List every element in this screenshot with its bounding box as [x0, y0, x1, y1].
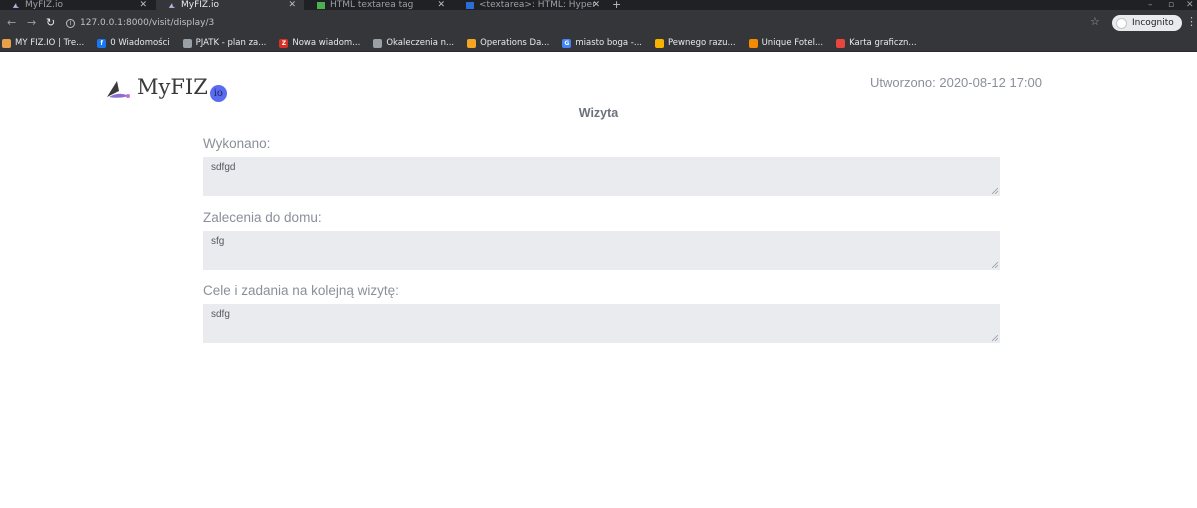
tab-title: MyFIZ.io	[25, 0, 63, 10]
tab-html-textarea[interactable]: HTML textarea tag ✕	[305, 0, 453, 10]
textarea-home-value: sfg	[211, 236, 225, 247]
bookmark-label: Operations Da...	[480, 38, 550, 48]
page-title: Wizyta	[578, 106, 619, 120]
info-icon[interactable]: i	[66, 18, 75, 28]
page-content: MyFIZ io Utworzono: 2020-08-12 17:00 Wiz…	[0, 52, 1197, 508]
bookmark-star-icon[interactable]: ☆	[1090, 16, 1100, 28]
bookmark-item[interactable]: Z Nowa wiadom...	[279, 38, 360, 48]
bookmark-label: 0 Wiadomości	[110, 38, 170, 48]
logo-text: MyFIZ	[137, 75, 208, 99]
address-bar[interactable]: i 127.0.0.1:8000/visit/display/3	[66, 15, 1106, 31]
bookmark-favicon-icon	[836, 38, 846, 48]
back-icon[interactable]: ←	[7, 16, 16, 30]
browser-toolbar: ← → ↻ i 127.0.0.1:8000/visit/display/3 ☆…	[0, 10, 1197, 35]
bookmark-item[interactable]: Okaleczenia n...	[373, 38, 454, 48]
bookmark-favicon-icon: f	[97, 38, 107, 48]
close-icon[interactable]: ✕	[139, 0, 147, 10]
tab-mdn-textarea[interactable]: <textarea>: HTML: Hyper ✕	[454, 0, 608, 10]
bookmark-favicon-icon: Z	[279, 38, 289, 48]
bookmark-item[interactable]: Unique Fotel...	[748, 38, 824, 48]
reload-icon[interactable]: ↻	[46, 16, 55, 30]
incognito-badge[interactable]: Incognito	[1112, 15, 1182, 31]
tab-title: MyFIZ.io	[181, 0, 219, 10]
forward-icon[interactable]: →	[27, 16, 36, 30]
bookmark-item[interactable]: Operations Da...	[467, 38, 549, 48]
textarea-home[interactable]: sfg	[203, 231, 1000, 270]
bookmark-item[interactable]: MY FIZ.IO | Tre...	[2, 38, 84, 48]
tab-title: HTML textarea tag	[330, 0, 414, 10]
close-icon[interactable]: ✕	[437, 0, 445, 10]
incognito-icon	[1116, 17, 1127, 29]
bookmarks-bar: MY FIZ.IO | Tre... f 0 Wiadomości PJATK - p…	[0, 35, 1197, 52]
field-label-goals: Cele i zadania na kolejną wizytę:	[203, 283, 399, 298]
resize-grip-icon[interactable]	[992, 188, 998, 194]
resize-grip-icon[interactable]	[992, 335, 998, 341]
bookmark-item[interactable]: f0 Wiadomości	[97, 38, 170, 48]
url-text: 127.0.0.1:8000/visit/display/3	[80, 18, 215, 28]
myfiz-logo-icon	[168, 2, 176, 8]
resize-grip-icon[interactable]	[992, 262, 998, 268]
bookmark-label: Pewnego razu...	[667, 38, 736, 48]
tab-title: <textarea>: HTML: Hyper	[479, 0, 596, 10]
site-logo[interactable]: MyFIZ io	[105, 75, 227, 102]
close-icon[interactable]: ✕	[288, 0, 296, 10]
incognito-label: Incognito	[1132, 18, 1174, 28]
menu-icon[interactable]: ⋮	[1186, 16, 1197, 28]
bookmark-favicon-icon	[467, 38, 477, 48]
mdn-icon	[466, 1, 474, 9]
bookmark-label: MY FIZ.IO | Tre...	[15, 38, 85, 48]
bookmark-label: PJATK - plan za...	[195, 38, 267, 48]
w3schools-icon	[317, 1, 325, 9]
window-close-icon[interactable]: ✕	[1186, 0, 1194, 10]
bookmark-favicon-icon: G	[562, 38, 572, 48]
bookmark-item[interactable]: Karta graficzn...	[836, 38, 917, 48]
field-label-done: Wykonano:	[203, 136, 271, 151]
tab-myfiz-1[interactable]: MyFIZ.io ✕	[0, 0, 155, 10]
bookmark-label: Nowa wiadom...	[292, 38, 361, 48]
bookmark-favicon-icon	[373, 38, 383, 48]
minimize-icon[interactable]: –	[1148, 0, 1153, 10]
textarea-goals-value: sdfg	[211, 309, 230, 320]
tab-myfiz-2[interactable]: MyFIZ.io ✕	[156, 0, 304, 10]
textarea-done[interactable]: sdfgd	[203, 157, 1000, 196]
bookmark-item[interactable]: Gmiasto boga -...	[562, 38, 642, 48]
bookmark-favicon-icon	[748, 38, 758, 48]
new-tab-button[interactable]: +	[612, 0, 621, 10]
myfiz-logo-icon	[107, 81, 130, 98]
bookmark-favicon-icon	[182, 38, 192, 48]
logo-io-badge: io	[209, 85, 227, 102]
bookmark-label: Unique Fotel...	[761, 38, 824, 48]
restore-icon[interactable]: ▫	[1168, 0, 1174, 10]
close-icon[interactable]: ✕	[592, 0, 600, 10]
myfiz-logo-icon	[12, 2, 20, 8]
bookmark-favicon-icon	[2, 38, 11, 48]
tab-strip: MyFIZ.io ✕ MyFIZ.io ✕ HTML textarea tag …	[0, 0, 1197, 10]
created-timestamp: Utworzono: 2020-08-12 17:00	[870, 75, 1043, 90]
bookmark-label: miasto boga -...	[575, 38, 642, 48]
bookmark-label: Karta graficzn...	[849, 38, 917, 48]
bookmark-item[interactable]: Pewnego razu...	[654, 38, 736, 48]
bookmark-label: Okaleczenia n...	[386, 38, 455, 48]
bookmark-favicon-icon	[654, 38, 664, 48]
bookmark-item[interactable]: PJATK - plan za...	[182, 38, 267, 48]
textarea-done-value: sdfgd	[211, 162, 236, 173]
field-label-home: Zalecenia do domu:	[203, 210, 322, 225]
textarea-goals[interactable]: sdfg	[203, 304, 1000, 343]
